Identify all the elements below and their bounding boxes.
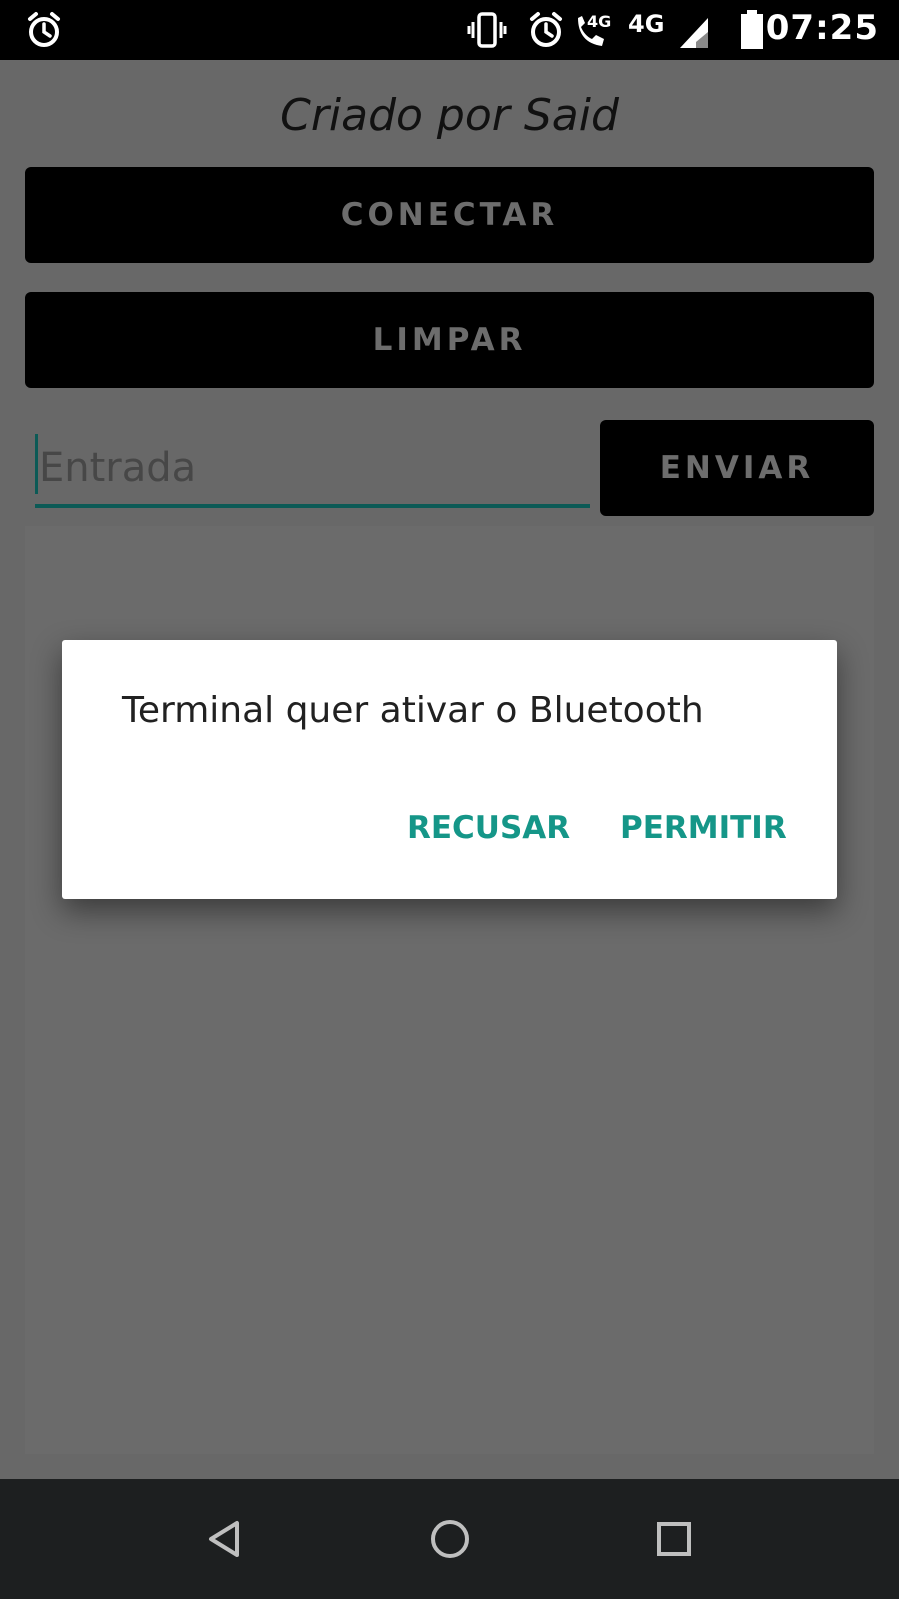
bluetooth-permission-dialog: Terminal quer ativar o Bluetooth RECUSAR…	[62, 640, 837, 899]
allow-button[interactable]: PERMITIR	[620, 810, 787, 846]
dialog-message: Terminal quer ativar o Bluetooth	[122, 690, 704, 731]
status-clock: 07:25	[765, 8, 879, 48]
recents-icon[interactable]	[639, 1504, 709, 1574]
deny-button[interactable]: RECUSAR	[407, 810, 570, 846]
navigation-bar	[0, 1479, 899, 1599]
back-icon[interactable]	[190, 1504, 260, 1574]
network-type-label: 4G	[628, 10, 665, 38]
input-field-container	[35, 430, 590, 510]
screen: 4G 4G 07:25 Criado por Said CONECTAR LIM…	[0, 0, 899, 1599]
vibrate-icon	[467, 10, 507, 50]
app-title: Criado por Said	[280, 90, 619, 141]
connect-button[interactable]: CONECTAR	[25, 167, 874, 263]
send-button[interactable]: ENVIAR	[600, 420, 874, 516]
home-icon[interactable]	[415, 1504, 485, 1574]
alarm-icon	[526, 10, 566, 50]
alarm-icon	[24, 10, 64, 50]
message-input[interactable]	[35, 430, 590, 506]
battery-icon	[740, 10, 764, 50]
status-bar: 4G 4G 07:25	[0, 0, 899, 60]
signal-icon	[676, 10, 712, 50]
network-small-label: 4G	[587, 12, 612, 31]
text-cursor	[35, 434, 38, 494]
clear-button[interactable]: LIMPAR	[25, 292, 874, 388]
input-underline	[35, 504, 590, 508]
